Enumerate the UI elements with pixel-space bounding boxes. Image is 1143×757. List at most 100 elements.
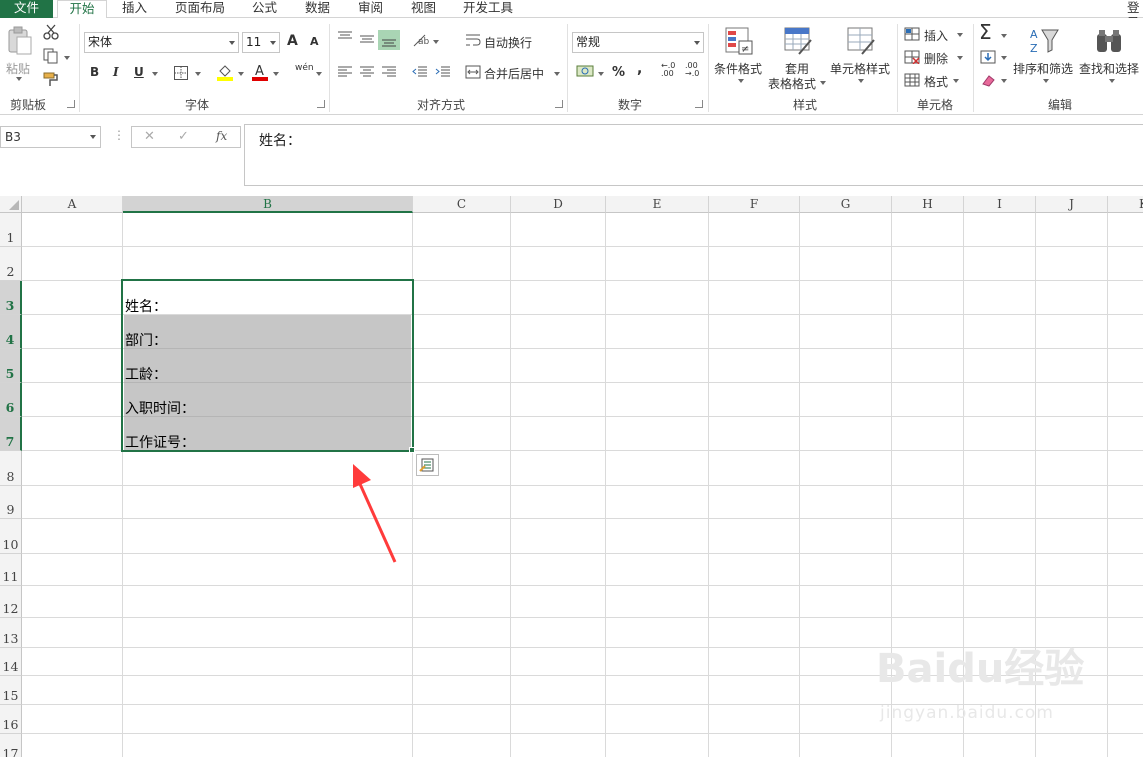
wrap-text-button[interactable]: 自动换行 xyxy=(484,34,532,51)
increase-indent-icon[interactable] xyxy=(435,65,451,79)
decrease-indent-icon[interactable] xyxy=(412,65,428,79)
format-as-table-icon[interactable] xyxy=(783,26,813,56)
underline-button[interactable]: U xyxy=(134,65,144,79)
cut-icon[interactable] xyxy=(43,24,59,40)
format-as-table-line2[interactable]: 表格格式 xyxy=(768,75,816,92)
worksheet-grid[interactable]: A B C D E F G H I J K 1 2 3 4 5 6 7 8 9 … xyxy=(0,196,1143,757)
font-launcher-icon[interactable] xyxy=(317,100,325,108)
font-shrink-button[interactable]: A xyxy=(310,35,319,48)
cell-styles-dropdown-caret[interactable] xyxy=(858,79,864,83)
autosum-icon[interactable]: Σ xyxy=(979,20,992,44)
row-header-9[interactable]: 9 xyxy=(0,486,22,519)
sort-filter-icon[interactable]: A Z xyxy=(1028,26,1060,56)
find-select-dropdown-caret[interactable] xyxy=(1109,79,1115,83)
row-header-5[interactable]: 5 xyxy=(0,349,22,383)
fill-handle[interactable] xyxy=(409,447,415,453)
sort-filter-button[interactable]: 排序和筛选 xyxy=(1013,60,1073,77)
column-header-d[interactable]: D xyxy=(511,196,606,213)
row-header-12[interactable]: 12 xyxy=(0,586,22,618)
align-middle-icon[interactable] xyxy=(359,32,375,46)
paste-dropdown-caret[interactable] xyxy=(16,77,22,81)
clear-dropdown-caret[interactable] xyxy=(1001,79,1007,83)
column-header-h[interactable]: H xyxy=(892,196,964,213)
merge-center-icon[interactable] xyxy=(465,65,481,79)
row-header-4[interactable]: 4 xyxy=(0,315,22,349)
wrap-text-icon[interactable] xyxy=(465,33,481,47)
row-header-2[interactable]: 2 xyxy=(0,247,22,281)
select-all-corner[interactable] xyxy=(0,196,22,213)
tab-formulas[interactable]: 公式 xyxy=(243,0,286,18)
column-header-f[interactable]: F xyxy=(709,196,800,213)
cancel-icon[interactable]: ✕ xyxy=(144,129,155,144)
currency-dropdown-caret[interactable] xyxy=(598,72,604,76)
number-format-select[interactable]: 常规 xyxy=(572,32,704,53)
insert-cells-icon[interactable] xyxy=(904,27,920,41)
merge-center-button[interactable]: 合并后居中 xyxy=(484,65,544,82)
phonetic-button[interactable]: wén xyxy=(295,63,314,73)
tab-review[interactable]: 审阅 xyxy=(349,0,392,18)
align-top-icon[interactable] xyxy=(337,30,353,44)
column-header-k[interactable]: K xyxy=(1108,196,1143,213)
paste-icon[interactable] xyxy=(7,26,33,56)
sort-filter-dropdown-caret[interactable] xyxy=(1043,79,1049,83)
orientation-icon[interactable]: ab xyxy=(412,32,430,48)
tab-developer[interactable]: 开发工具 xyxy=(455,0,521,18)
delete-cells-icon[interactable] xyxy=(904,50,920,64)
clear-icon[interactable] xyxy=(980,73,996,87)
merge-dropdown-caret[interactable] xyxy=(554,72,560,76)
tab-page-layout[interactable]: 页面布局 xyxy=(167,0,233,18)
column-header-i[interactable]: I xyxy=(964,196,1036,213)
row-header-16[interactable]: 16 xyxy=(0,705,22,734)
row-header-14[interactable]: 14 xyxy=(0,648,22,676)
font-color-dropdown-caret[interactable] xyxy=(273,72,279,76)
quick-analysis-button[interactable] xyxy=(416,454,439,476)
column-header-e[interactable]: E xyxy=(606,196,709,213)
align-center-icon[interactable] xyxy=(359,65,375,79)
font-name-select[interactable]: 宋体 xyxy=(84,32,239,53)
format-painter-icon[interactable] xyxy=(43,71,59,87)
column-header-j[interactable]: J xyxy=(1036,196,1108,213)
delete-cells-button[interactable]: 删除 xyxy=(924,50,948,67)
name-box[interactable]: B3 xyxy=(0,126,101,148)
copy-icon[interactable] xyxy=(43,48,59,64)
bold-button[interactable]: B xyxy=(90,65,99,79)
insert-cells-button[interactable]: 插入 xyxy=(924,27,948,44)
delete-dropdown-caret[interactable] xyxy=(957,56,963,60)
row-header-10[interactable]: 10 xyxy=(0,519,22,554)
tab-home[interactable]: 开始 xyxy=(57,0,107,19)
currency-icon[interactable] xyxy=(576,63,594,79)
underline-dropdown-caret[interactable] xyxy=(152,72,158,76)
alignment-launcher-icon[interactable] xyxy=(555,100,563,108)
fill-icon[interactable] xyxy=(980,50,996,64)
row-header-11[interactable]: 11 xyxy=(0,554,22,586)
column-header-a[interactable]: A xyxy=(22,196,123,213)
row-header-6[interactable]: 6 xyxy=(0,383,22,417)
column-header-b[interactable]: B xyxy=(123,196,413,213)
italic-button[interactable]: I xyxy=(113,65,119,79)
autosum-dropdown-caret[interactable] xyxy=(1001,34,1007,38)
clipboard-launcher-icon[interactable] xyxy=(67,100,75,108)
insert-function-icon[interactable]: fx xyxy=(216,129,227,143)
align-right-icon[interactable] xyxy=(381,65,397,79)
column-header-g[interactable]: G xyxy=(800,196,892,213)
row-header-3[interactable]: 3 xyxy=(0,281,22,315)
font-color-icon[interactable]: A xyxy=(251,63,269,81)
cell-styles-icon[interactable] xyxy=(846,26,876,56)
row-header-17[interactable]: 17 xyxy=(0,734,22,757)
tab-data[interactable]: 数据 xyxy=(296,0,339,18)
row-header-13[interactable]: 13 xyxy=(0,618,22,648)
fill-color-icon[interactable] xyxy=(216,63,234,81)
column-header-c[interactable]: C xyxy=(413,196,511,213)
row-header-15[interactable]: 15 xyxy=(0,676,22,705)
border-dropdown-caret[interactable] xyxy=(195,72,201,76)
comma-button[interactable]: , xyxy=(637,61,642,77)
row-header-8[interactable]: 8 xyxy=(0,451,22,486)
enter-icon[interactable]: ✓ xyxy=(178,129,189,144)
conditional-dropdown-caret[interactable] xyxy=(738,79,744,83)
font-size-select[interactable]: 11 xyxy=(242,32,280,53)
phonetic-dropdown-caret[interactable] xyxy=(316,72,322,76)
conditional-formatting-button[interactable]: 条件格式 xyxy=(714,60,762,77)
copy-dropdown-caret[interactable] xyxy=(64,56,70,60)
format-cells-icon[interactable] xyxy=(904,73,920,87)
tab-view[interactable]: 视图 xyxy=(402,0,445,18)
